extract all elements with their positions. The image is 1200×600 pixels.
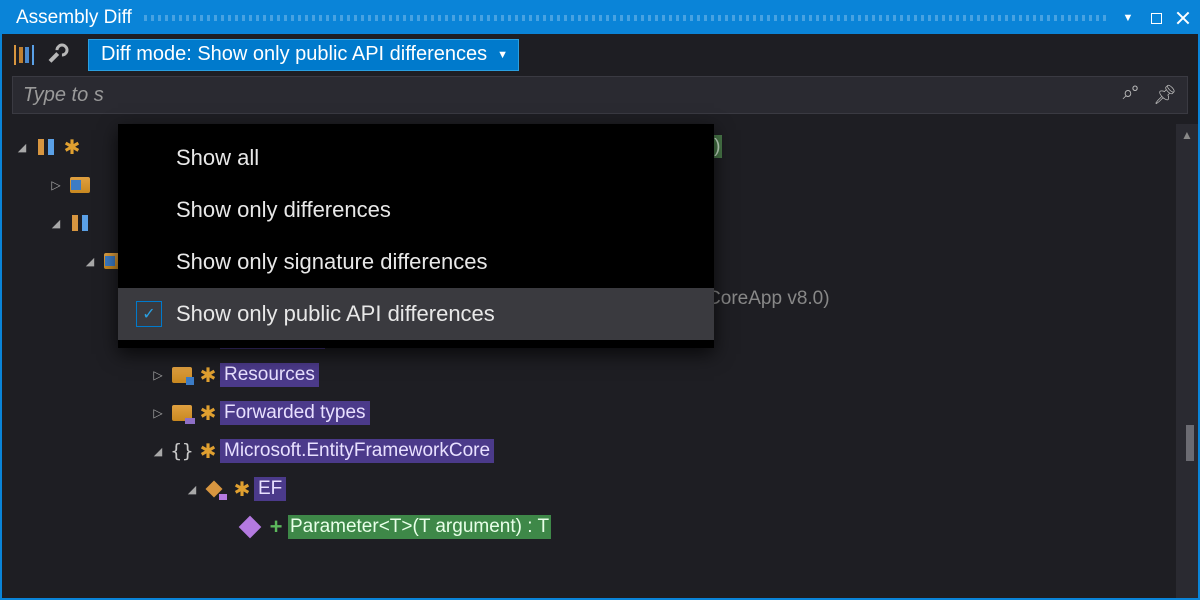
scroll-track[interactable] (1176, 142, 1198, 598)
search-options-icon[interactable]: ⌕° (1123, 83, 1137, 107)
folder-icon (168, 405, 196, 421)
class-icon (202, 480, 230, 498)
expander-icon[interactable] (148, 406, 168, 420)
node-label: Resources (220, 363, 319, 387)
menu-item-show-differences[interactable]: Show only differences (118, 184, 714, 236)
window-options-icon[interactable]: ▼ (1120, 10, 1136, 26)
search-input[interactable] (23, 84, 1123, 107)
node-label: Microsoft.EntityFrameworkCore (220, 439, 494, 463)
node-label: Forwarded types (220, 401, 370, 425)
compare-icon (66, 213, 94, 233)
maximize-button[interactable] (1148, 10, 1164, 26)
menu-item-label: Show all (176, 145, 259, 171)
pin-icon[interactable]: 📌︎ (1153, 83, 1177, 107)
tree-row-forwarded[interactable]: ✱ Forwarded types (12, 394, 1176, 432)
menu-item-show-all[interactable]: Show all (118, 132, 714, 184)
method-icon (236, 519, 264, 535)
diff-mode-menu: Show all Show only differences Show only… (118, 124, 714, 348)
search-bar: ⌕° 📌︎ (12, 76, 1188, 114)
compare-root-icon (32, 137, 60, 157)
tree-row-class[interactable]: ✱ EF (12, 470, 1176, 508)
settings-icon[interactable] (50, 43, 74, 67)
node-label: Parameter<T>(T argument) : T (288, 515, 551, 539)
menu-item-label: Show only signature differences (176, 249, 487, 275)
expander-icon[interactable] (148, 368, 168, 382)
tree-row-namespace[interactable]: {} ✱ Microsoft.EntityFrameworkCore (12, 432, 1176, 470)
expander-icon[interactable] (148, 445, 168, 458)
check-icon: ✓ (136, 301, 162, 327)
node-label: EF (254, 477, 286, 501)
tree-row-method[interactable]: + Parameter<T>(T argument) : T (12, 508, 1176, 546)
tree-row-resources[interactable]: ✱ Resources (12, 356, 1176, 394)
folder-icon (66, 177, 94, 193)
expander-icon[interactable] (80, 255, 100, 268)
expander-icon[interactable] (46, 178, 66, 192)
folder-icon (168, 367, 196, 383)
scroll-marker (1186, 425, 1194, 461)
namespace-icon: {} (168, 440, 196, 462)
chevron-down-icon: ▼ (497, 49, 508, 61)
compare-icon[interactable] (12, 43, 36, 67)
modified-icon: ✱ (196, 363, 220, 388)
menu-item-label: Show only differences (176, 197, 391, 223)
expander-icon[interactable] (12, 141, 32, 154)
diff-mode-dropdown[interactable]: Diff mode: Show only public API differen… (88, 39, 519, 71)
modified-icon: ✱ (60, 135, 84, 160)
window-title: Assembly Diff (16, 7, 132, 29)
added-icon: + (264, 514, 288, 540)
scroll-up-icon[interactable]: ▲ (1181, 128, 1193, 142)
menu-item-show-signature-differences[interactable]: Show only signature differences (118, 236, 714, 288)
diff-mode-label: Diff mode: Show only public API differen… (101, 43, 487, 66)
modified-icon: ✱ (230, 477, 254, 502)
menu-item-show-public-api-differences[interactable]: ✓ Show only public API differences (118, 288, 714, 340)
vertical-scrollbar[interactable]: ▲ (1176, 124, 1198, 598)
titlebar-grip[interactable] (144, 15, 1108, 21)
close-button[interactable] (1176, 11, 1190, 25)
modified-icon: ✱ (196, 439, 220, 464)
modified-icon: ✱ (196, 401, 220, 426)
menu-item-label: Show only public API differences (176, 301, 495, 327)
expander-icon[interactable] (46, 217, 66, 230)
tree-view[interactable]: ✱ 4081.2) (2, 124, 1176, 598)
expander-icon[interactable] (182, 483, 202, 496)
